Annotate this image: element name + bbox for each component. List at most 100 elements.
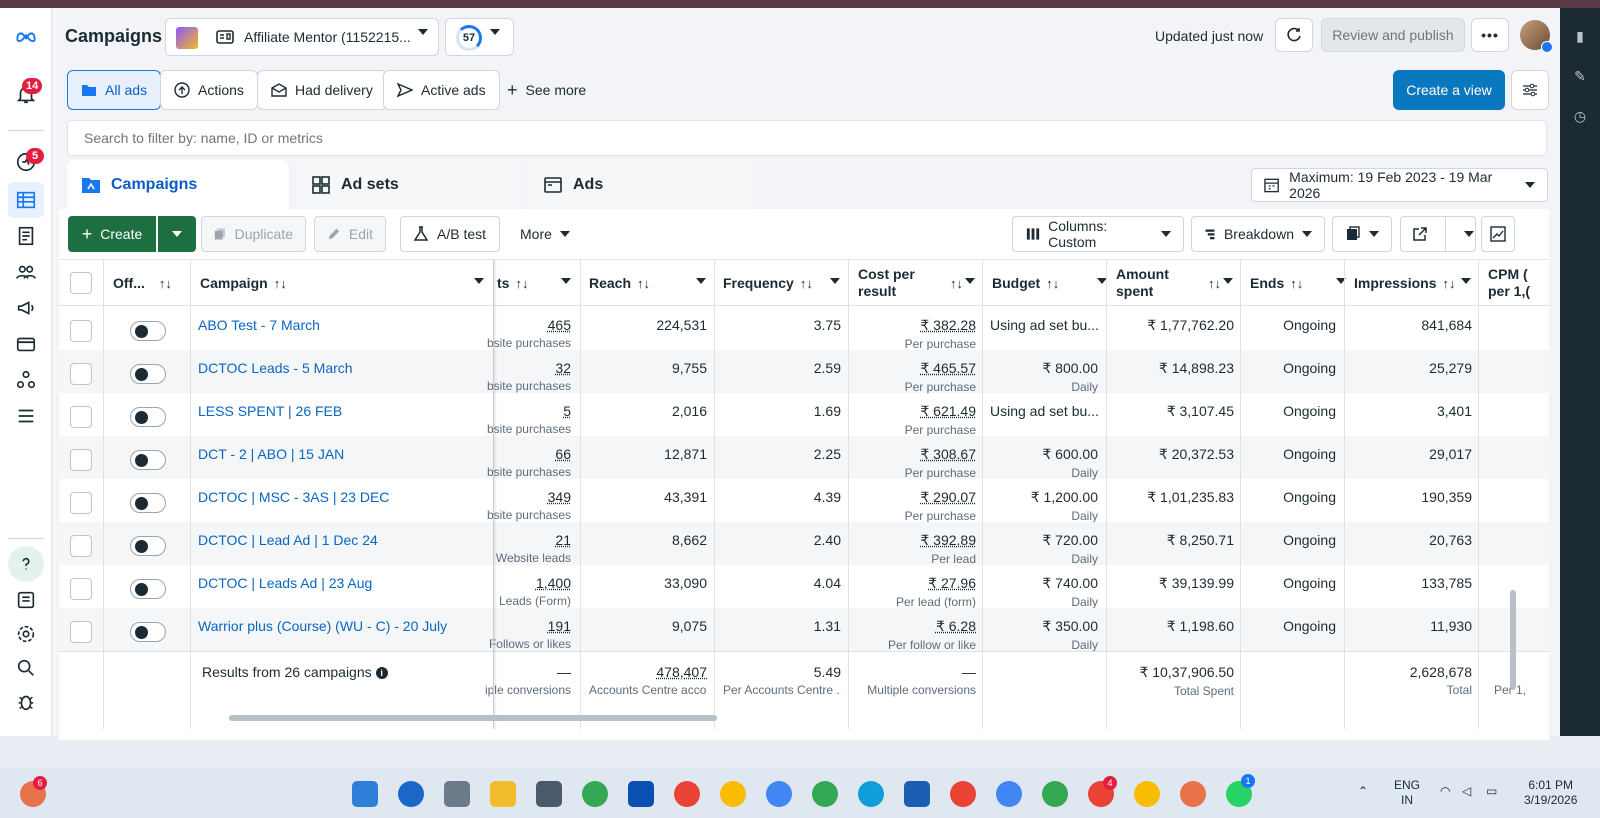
row-checkbox[interactable]	[70, 449, 92, 471]
campaign-toggle[interactable]	[130, 493, 166, 513]
chevron-down-icon[interactable]	[474, 278, 484, 284]
sort-icon[interactable]: ↑↓	[1046, 276, 1059, 291]
more-button[interactable]: More	[508, 216, 582, 252]
header-off-on[interactable]: Off... ↑↓	[113, 260, 172, 306]
header-frequency[interactable]: Frequency ↑↓	[723, 260, 848, 306]
megaphone-icon[interactable]	[8, 290, 44, 326]
header-results[interactable]: ts ↑↓	[497, 260, 579, 306]
tab-campaigns[interactable]: Campaigns	[67, 160, 289, 210]
chrome-icon[interactable]	[582, 781, 608, 807]
chrome-profile-icon[interactable]	[674, 781, 700, 807]
table-row[interactable]: DCTOC Leads - 5 March 32 bsite purchases 9,…	[59, 350, 1549, 394]
refresh-button[interactable]	[1275, 18, 1313, 52]
campaign-toggle[interactable]	[130, 450, 166, 470]
export-button[interactable]	[1400, 216, 1476, 252]
chevron-down-icon[interactable]	[830, 278, 840, 284]
clock[interactable]: 6:01 PM 3/19/2026	[1524, 778, 1577, 808]
chevron-down-icon[interactable]	[1223, 278, 1233, 284]
search-filter-input[interactable]	[67, 120, 1547, 156]
menu-icon[interactable]	[8, 398, 44, 434]
campaign-name-link[interactable]: DCTOC | Lead Ad | 1 Dec 24	[198, 532, 378, 548]
sort-icon[interactable]: ↑↓	[800, 276, 813, 291]
ad-account-selector[interactable]: Affiliate Mentor (1152215...	[165, 18, 439, 56]
ab-test-button[interactable]: A/B test	[400, 216, 500, 252]
filter-had-delivery[interactable]: Had delivery	[257, 70, 387, 110]
date-range-picker[interactable]: Maximum: 19 Feb 2023 - 19 Mar 2026	[1251, 168, 1548, 202]
pages-icon[interactable]	[8, 218, 44, 254]
campaign-name-link[interactable]: Warrior plus (Course) (WU - C) - 20 July	[198, 618, 447, 634]
header-amount-spent[interactable]: Amount spent ↑↓	[1116, 260, 1241, 306]
tab-ad-sets[interactable]: Ad sets	[297, 160, 519, 210]
campaign-name-link[interactable]: DCTOC Leads - 5 March	[198, 360, 353, 376]
chevron-down-icon[interactable]	[965, 278, 975, 284]
chevron-down-icon[interactable]	[561, 278, 571, 284]
chrome-profile-icon[interactable]	[812, 781, 838, 807]
audiences-icon[interactable]	[8, 254, 44, 290]
chrome-profile-icon[interactable]	[1042, 781, 1068, 807]
sort-icon[interactable]: ↑↓	[1208, 276, 1221, 291]
filter-active-ads[interactable]: Active ads	[383, 70, 500, 110]
header-cost-per-result[interactable]: Cost per result ↑↓	[858, 260, 983, 306]
bug-report-icon[interactable]	[8, 684, 44, 720]
campaign-toggle[interactable]	[130, 407, 166, 427]
campaign-name-link[interactable]: LESS SPENT | 26 FEB	[198, 403, 342, 419]
header-budget[interactable]: Budget ↑↓	[992, 260, 1107, 306]
user-avatar[interactable]	[1520, 20, 1553, 53]
table-row[interactable]: DCT - 2 | ABO | 15 JAN 66 bsite purchases 1…	[59, 436, 1549, 480]
edge-icon[interactable]	[858, 781, 884, 807]
chrome-profile-icon[interactable]	[1134, 781, 1160, 807]
claude-icon[interactable]	[1180, 781, 1206, 807]
reports-button[interactable]	[1332, 216, 1392, 252]
header-campaign[interactable]: Campaign ↑↓	[200, 260, 494, 306]
show-hidden-icons-icon[interactable]: ⌃	[1358, 784, 1368, 799]
chrome-profile-icon[interactable]	[950, 781, 976, 807]
business-tools-icon[interactable]	[8, 362, 44, 398]
search-icon[interactable]	[8, 650, 44, 686]
row-checkbox[interactable]	[70, 406, 92, 428]
pencil-icon[interactable]: ✎	[1572, 68, 1588, 84]
campaign-toggle[interactable]	[130, 321, 166, 341]
select-all-checkbox[interactable]	[70, 272, 92, 294]
volume-icon[interactable]: ◁	[1462, 784, 1471, 799]
filter-all-ads[interactable]: All ads	[67, 70, 162, 110]
bar-chart-icon[interactable]: ▮	[1572, 28, 1588, 44]
settings-gear-icon[interactable]	[8, 616, 44, 652]
campaign-name-link[interactable]: DCTOC | MSC - 3AS | 23 DEC	[198, 489, 389, 505]
battery-icon[interactable]: ▭	[1486, 784, 1497, 799]
microsoft-store-icon[interactable]	[536, 781, 562, 807]
sort-icon[interactable]: ↑↓	[159, 276, 172, 291]
file-explorer-icon[interactable]	[490, 781, 516, 807]
row-checkbox[interactable]	[70, 578, 92, 600]
campaigns-table-icon[interactable]	[8, 182, 44, 218]
campaign-toggle[interactable]	[130, 364, 166, 384]
chrome-profile-icon[interactable]	[720, 781, 746, 807]
campaign-name-link[interactable]: DCT - 2 | ABO | 15 JAN	[198, 446, 344, 462]
reports-icon[interactable]	[8, 582, 44, 618]
row-checkbox[interactable]	[70, 492, 92, 514]
columns-button[interactable]: Columns: Custom	[1012, 216, 1184, 252]
sort-icon[interactable]: ↑↓	[1442, 276, 1455, 291]
row-checkbox[interactable]	[70, 363, 92, 385]
meta-logo-icon[interactable]	[8, 18, 44, 54]
campaign-name-link[interactable]: DCTOC | Leads Ad | 23 Aug	[198, 575, 372, 591]
windows-start-icon[interactable]	[352, 781, 378, 807]
wifi-icon[interactable]: ◠	[1440, 784, 1450, 799]
row-checkbox[interactable]	[70, 621, 92, 643]
language-indicator[interactable]: ENG IN	[1394, 778, 1420, 808]
view-settings-button[interactable]	[1511, 70, 1549, 110]
breakdown-button[interactable]: Breakdown	[1191, 216, 1325, 252]
more-options-button[interactable]: •••	[1471, 18, 1509, 52]
vertical-scrollbar[interactable]	[1510, 590, 1516, 690]
table-row[interactable]: DCTOC | Leads Ad | 23 Aug 1,400 Leads (For…	[59, 565, 1549, 609]
chevron-down-icon[interactable]	[1461, 278, 1471, 284]
row-checkbox[interactable]	[70, 535, 92, 557]
sort-icon[interactable]: ↑↓	[637, 276, 650, 291]
review-publish-button[interactable]: Review and publish	[1321, 18, 1465, 52]
table-row[interactable]: Warrior plus (Course) (WU - C) - 20 July…	[59, 608, 1549, 652]
info-icon[interactable]: i	[375, 667, 388, 680]
header-ends[interactable]: Ends ↑↓	[1250, 260, 1346, 306]
chevron-down-icon[interactable]	[696, 278, 706, 284]
create-dropdown-button[interactable]	[158, 216, 196, 252]
history-clock-icon[interactable]: ◷	[1572, 108, 1588, 124]
campaign-toggle[interactable]	[130, 622, 166, 642]
